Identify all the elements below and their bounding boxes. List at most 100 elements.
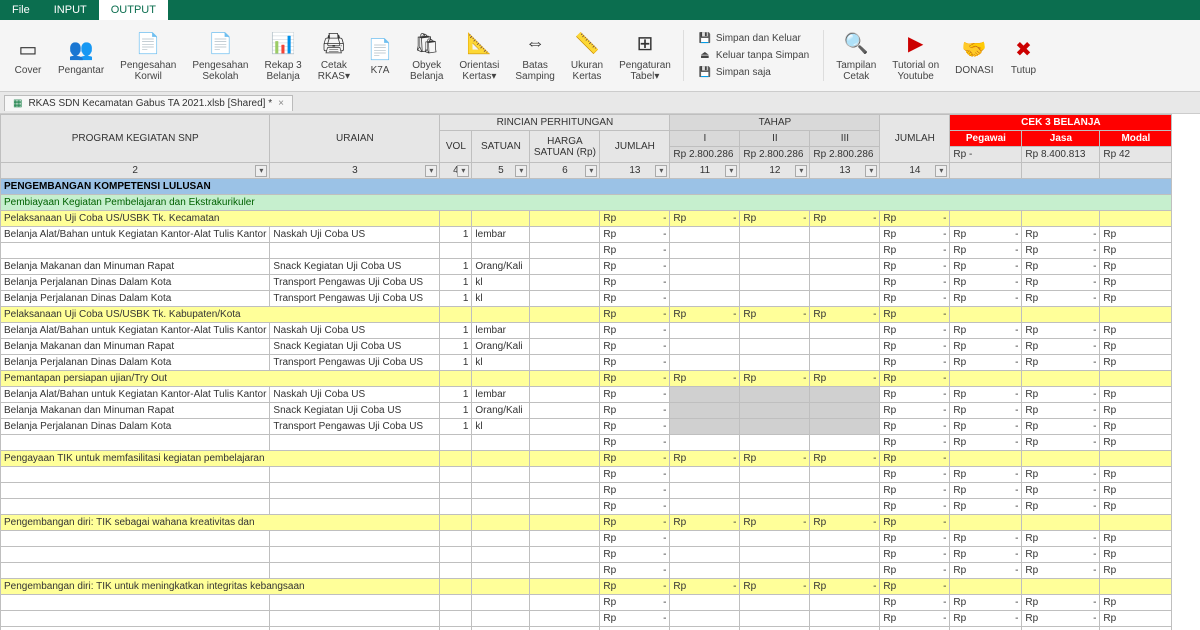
ribbon-rekap[interactable]: 📊Rekap 3Belanja bbox=[257, 28, 310, 84]
hdr-cek: CEK 3 BELANJA bbox=[950, 115, 1172, 131]
ribbon-pengantar[interactable]: 👥Pengantar bbox=[50, 28, 112, 84]
ribbon: ▭Cover👥Pengantar📄PengesahanKorwil📄Penges… bbox=[0, 20, 1200, 92]
filter-col-9[interactable]: 14 bbox=[880, 163, 950, 179]
ribbon-icon: 👥 bbox=[67, 35, 95, 63]
ribbon-tutup[interactable]: ✖Tutup bbox=[1001, 28, 1045, 84]
ribbon-mini-2[interactable]: 💾Simpan saja bbox=[696, 65, 811, 81]
filter-col-1[interactable]: 3 bbox=[270, 163, 440, 179]
table-row[interactable]: RpRpRpRpRp bbox=[1, 467, 1172, 483]
filter-col-10[interactable] bbox=[950, 163, 1022, 179]
tab-output[interactable]: OUTPUT bbox=[99, 0, 168, 20]
table-row[interactable]: RpRpRpRpRp bbox=[1, 611, 1172, 627]
table-row[interactable]: RpRpRpRpRp bbox=[1, 547, 1172, 563]
table-row[interactable]: PENGEMBANGAN KOMPETENSI LULUSAN bbox=[1, 179, 1172, 195]
filter-col-6[interactable]: 11 bbox=[670, 163, 740, 179]
table-row[interactable]: Pengembangan diri: TIK sebagai wahana kr… bbox=[1, 515, 1172, 531]
table-row[interactable]: RpRpRpRpRp bbox=[1, 563, 1172, 579]
filter-col-12[interactable] bbox=[1100, 163, 1172, 179]
filter-col-7[interactable]: 12 bbox=[740, 163, 810, 179]
workbook-tab[interactable]: ▦ RKAS SDN Kecamatan Gabus TA 2021.xlsb … bbox=[4, 95, 293, 111]
table-row[interactable]: Pengembangan diri: TIK untuk meningkatka… bbox=[1, 579, 1172, 595]
worksheet[interactable]: PROGRAM KEGIATAN SNP URAIAN RINCIAN PERH… bbox=[0, 114, 1200, 630]
table-row[interactable]: Belanja Perjalanan Dinas Dalam KotaTrans… bbox=[1, 291, 1172, 307]
ribbon-icon: ▭ bbox=[14, 35, 42, 63]
table-row[interactable]: RpRpRpRpRp bbox=[1, 627, 1172, 630]
table-row[interactable]: Belanja Makanan dan Minuman RapatSnack K… bbox=[1, 259, 1172, 275]
rp-t2: Rp 2.800.286 bbox=[740, 147, 810, 163]
ribbon-cetak[interactable]: 🖨CetakRKAS▾ bbox=[310, 28, 358, 84]
ribbon-icon: 📐 bbox=[465, 30, 493, 58]
table-row[interactable]: Pembiayaan Kegiatan Pembelajaran dan Eks… bbox=[1, 195, 1172, 211]
hdr-t2: II bbox=[740, 131, 810, 147]
hdr-t1: I bbox=[670, 131, 740, 147]
table-row[interactable]: RpRpRpRpRp bbox=[1, 243, 1172, 259]
ribbon-icon: ✖ bbox=[1009, 35, 1037, 63]
ribbon-icon: 📄 bbox=[134, 30, 162, 58]
filter-col-5[interactable]: 13 bbox=[600, 163, 670, 179]
hdr-modal: Modal bbox=[1100, 131, 1172, 147]
table-row[interactable]: Belanja Makanan dan Minuman RapatSnack K… bbox=[1, 339, 1172, 355]
filter-col-0[interactable]: 2 bbox=[1, 163, 270, 179]
ribbon-tutorialon[interactable]: ▶Tutorial onYoutube bbox=[884, 28, 947, 84]
save-icon: 💾 bbox=[698, 32, 712, 46]
table-row[interactable]: Pelaksanaan Uji Coba US/USBK Tk. Kecamat… bbox=[1, 211, 1172, 227]
table-row[interactable]: RpRpRpRpRp bbox=[1, 595, 1172, 611]
ribbon-icon: 🔍 bbox=[842, 30, 870, 58]
hdr-t3: III bbox=[810, 131, 880, 147]
hdr-jumlah: JUMLAH bbox=[600, 131, 670, 163]
hdr-program: PROGRAM KEGIATAN SNP bbox=[1, 115, 270, 163]
tab-file[interactable]: File bbox=[0, 0, 42, 20]
table-row[interactable]: Belanja Perjalanan Dinas Dalam KotaTrans… bbox=[1, 419, 1172, 435]
ribbon-mini-1[interactable]: ⏏Keluar tanpa Simpan bbox=[696, 48, 811, 64]
ribbon-pengesahan[interactable]: 📄PengesahanKorwil bbox=[112, 28, 184, 84]
table-row[interactable]: RpRpRpRpRp bbox=[1, 435, 1172, 451]
close-workbook-icon[interactable]: × bbox=[278, 98, 284, 109]
save-icon: ⏏ bbox=[698, 49, 712, 63]
rp-t1: Rp 2.800.286 bbox=[670, 147, 740, 163]
table-row[interactable]: Belanja Alat/Bahan untuk Kegiatan Kantor… bbox=[1, 227, 1172, 243]
workbook-name: RKAS SDN Kecamatan Gabus TA 2021.xlsb [S… bbox=[28, 98, 272, 109]
ribbon-icon: ▶ bbox=[902, 30, 930, 58]
ribbon-icon: 🛍 bbox=[413, 30, 441, 58]
save-icon: 💾 bbox=[698, 66, 712, 80]
ribbon-orientasi[interactable]: 📐OrientasiKertas▾ bbox=[451, 28, 507, 84]
menu-tabs: File INPUT OUTPUT bbox=[0, 0, 1200, 20]
filter-col-11[interactable] bbox=[1022, 163, 1100, 179]
table-row[interactable]: RpRpRpRpRp bbox=[1, 499, 1172, 515]
hdr-jasa: Jasa bbox=[1022, 131, 1100, 147]
table-row[interactable]: Belanja Alat/Bahan untuk Kegiatan Kantor… bbox=[1, 323, 1172, 339]
filter-col-3[interactable]: 5 bbox=[472, 163, 530, 179]
ribbon-pengesahan[interactable]: 📄PengesahanSekolah bbox=[184, 28, 256, 84]
ribbon-icon: 🖨 bbox=[320, 30, 348, 58]
table-row[interactable]: Pelaksanaan Uji Coba US/USBK Tk. Kabupat… bbox=[1, 307, 1172, 323]
hdr-jumlah2: JUMLAH bbox=[880, 115, 950, 163]
ribbon-donasi[interactable]: 🤝DONASI bbox=[947, 28, 1001, 84]
filter-col-8[interactable]: 13 bbox=[810, 163, 880, 179]
ribbon-cover[interactable]: ▭Cover bbox=[6, 28, 50, 84]
ribbon-mini-0[interactable]: 💾Simpan dan Keluar bbox=[696, 31, 811, 47]
table-row[interactable]: Belanja Makanan dan Minuman RapatSnack K… bbox=[1, 403, 1172, 419]
ribbon-ka[interactable]: 📄K7A bbox=[358, 28, 402, 84]
ribbon-ukuran[interactable]: 📏UkuranKertas bbox=[563, 28, 611, 84]
ribbon-batas[interactable]: ⇔BatasSamping bbox=[507, 28, 562, 84]
table-row[interactable]: Pengayaan TIK untuk memfasilitasi kegiat… bbox=[1, 451, 1172, 467]
table-row[interactable]: Belanja Perjalanan Dinas Dalam KotaTrans… bbox=[1, 275, 1172, 291]
ribbon-pengaturan[interactable]: ⊞PengaturanTabel▾ bbox=[611, 28, 679, 84]
ribbon-icon: ⇔ bbox=[521, 30, 549, 58]
ribbon-icon: 🤝 bbox=[960, 35, 988, 63]
rp-jasa: Rp 8.400.813 bbox=[1022, 147, 1100, 163]
table-row[interactable]: RpRpRpRpRp bbox=[1, 483, 1172, 499]
table-row[interactable]: RpRpRpRpRp bbox=[1, 531, 1172, 547]
table-row[interactable]: Belanja Alat/Bahan untuk Kegiatan Kantor… bbox=[1, 387, 1172, 403]
rp-peg: Rp - bbox=[950, 147, 1022, 163]
ribbon-icon: 📄 bbox=[366, 35, 394, 63]
tab-input[interactable]: INPUT bbox=[42, 0, 99, 20]
rp-modal: Rp 42 bbox=[1100, 147, 1172, 163]
hdr-vol: VOL bbox=[440, 131, 472, 163]
filter-col-4[interactable]: 6 bbox=[530, 163, 600, 179]
ribbon-obyek[interactable]: 🛍ObyekBelanja bbox=[402, 28, 451, 84]
table-row[interactable]: Belanja Perjalanan Dinas Dalam KotaTrans… bbox=[1, 355, 1172, 371]
filter-col-2[interactable]: 4 bbox=[440, 163, 472, 179]
table-row[interactable]: Pemantapan persiapan ujian/Try OutRpRpRp… bbox=[1, 371, 1172, 387]
ribbon-tampilan[interactable]: 🔍TampilanCetak bbox=[828, 28, 884, 84]
